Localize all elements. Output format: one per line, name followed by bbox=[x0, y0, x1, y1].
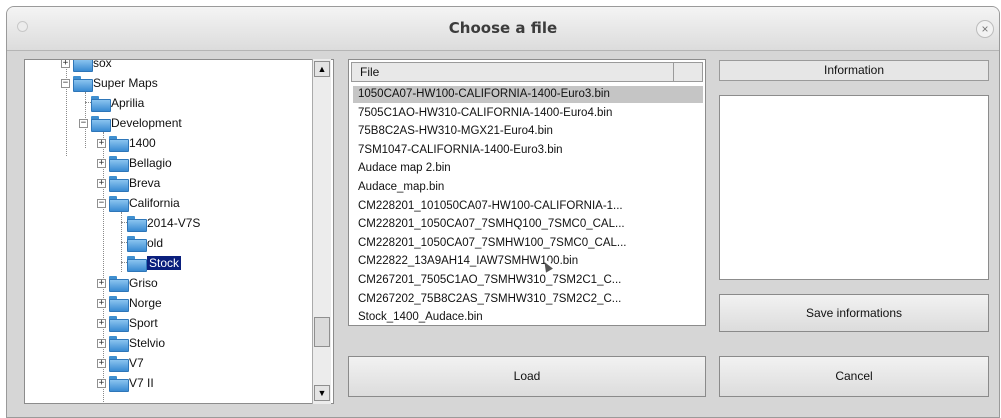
tree-item-label: 2014-V7S bbox=[147, 216, 201, 230]
folder-icon bbox=[109, 136, 129, 152]
tree-scrollbar[interactable]: ▲ ▼ bbox=[312, 59, 331, 404]
file-list-item[interactable]: Audace map 2.bin bbox=[353, 160, 703, 177]
file-list-item[interactable]: 7505C1AO-HW310-CALIFORNIA-1400-Euro4.bin bbox=[353, 105, 703, 122]
expand-icon[interactable]: + bbox=[97, 358, 106, 368]
tree-item-aprilia[interactable]: Aprilia bbox=[79, 94, 144, 112]
folder-icon bbox=[109, 176, 129, 192]
folder-icon bbox=[109, 356, 129, 372]
folder-icon bbox=[109, 156, 129, 172]
file-list-item[interactable]: 75B8C2AS-HW310-MGX21-Euro4.bin bbox=[353, 123, 703, 140]
tree-item-sport[interactable]: + Sport bbox=[97, 314, 158, 332]
file-list-item[interactable]: CM228201_1050CA07_7SMHQ100_7SMC0_CAL... bbox=[353, 216, 703, 233]
tree-item-norge[interactable]: + Norge bbox=[97, 294, 162, 312]
file-list-item[interactable]: CM22822_13A9AH14_IAW7SMHW100.bin bbox=[353, 253, 703, 270]
tree-item-label: Stock bbox=[147, 256, 182, 270]
load-button[interactable]: Load bbox=[348, 356, 706, 397]
expand-icon[interactable]: + bbox=[61, 60, 70, 68]
file-list-header: File bbox=[351, 62, 703, 82]
tree-item-label: Super Maps bbox=[93, 76, 158, 90]
tree-item-label: V7 bbox=[129, 356, 144, 370]
folder-tree[interactable]: + sox − Super Maps Aprilia − Development +1400 +… bbox=[24, 59, 334, 404]
file-list-item[interactable]: CM267201_7505C1AO_7SMHW310_7SM2C1_C... bbox=[353, 272, 703, 289]
file-list[interactable]: File 1050CA07-HW100-CALIFORNIA-1400-Euro… bbox=[348, 59, 706, 326]
folder-icon bbox=[109, 196, 129, 212]
collapse-icon[interactable]: − bbox=[97, 198, 106, 208]
tree-item-label: Norge bbox=[129, 296, 162, 310]
folder-icon bbox=[109, 376, 129, 392]
file-list-item[interactable]: CM267202_75B8C2AS_7SMHW310_7SM2C2_C... bbox=[353, 291, 703, 308]
tree-item-label: sox bbox=[93, 59, 112, 70]
folder-icon bbox=[109, 296, 129, 312]
tree-item-development[interactable]: − Development bbox=[79, 114, 182, 132]
tree-item-label: Development bbox=[111, 116, 182, 130]
folder-icon bbox=[73, 76, 93, 92]
tree-item-label: Sport bbox=[129, 316, 158, 330]
expand-icon[interactable]: + bbox=[97, 318, 106, 328]
tree-item-old[interactable]: old bbox=[115, 234, 163, 252]
scroll-down-arrow-icon[interactable]: ▼ bbox=[314, 385, 330, 401]
tree-item-label: Griso bbox=[129, 276, 158, 290]
expand-icon[interactable]: + bbox=[97, 378, 106, 388]
tree-item-breva[interactable]: + Breva bbox=[97, 174, 160, 192]
collapse-icon[interactable]: − bbox=[61, 78, 70, 88]
file-list-item[interactable]: Stock_1400_Audace.bin bbox=[353, 309, 703, 325]
tree-item-label: V7 II bbox=[129, 376, 154, 390]
file-list-item[interactable]: 1050CA07-HW100-CALIFORNIA-1400-Euro3.bin bbox=[353, 86, 703, 103]
folder-icon bbox=[109, 316, 129, 332]
tree-item-super-maps[interactable]: − Super Maps bbox=[61, 74, 158, 92]
tree-item-label: Bellagio bbox=[129, 156, 172, 170]
tree-item-2014-v7s[interactable]: 2014-V7S bbox=[115, 214, 200, 232]
folder-icon bbox=[109, 276, 129, 292]
tree-item-griso[interactable]: + Griso bbox=[97, 274, 158, 292]
tree-item-1400[interactable]: +1400 bbox=[97, 134, 156, 152]
expand-icon[interactable]: + bbox=[97, 138, 106, 148]
tree-item-label: Aprilia bbox=[111, 96, 145, 110]
tree-item-label: 1400 bbox=[129, 136, 156, 150]
tree-item-label: Breva bbox=[129, 176, 161, 190]
expand-icon[interactable]: + bbox=[97, 278, 106, 288]
file-list-item[interactable]: CM228201_101050CA07-HW100-CALIFORNIA-1..… bbox=[353, 198, 703, 215]
expand-icon[interactable]: + bbox=[97, 178, 106, 188]
cancel-button[interactable]: Cancel bbox=[719, 356, 989, 397]
tree-item-bellagio[interactable]: + Bellagio bbox=[97, 154, 172, 172]
information-header: Information bbox=[719, 60, 989, 81]
folder-icon bbox=[91, 116, 111, 132]
file-list-item[interactable]: Audace_map.bin bbox=[353, 179, 703, 196]
tree-item-v7-ii[interactable]: + V7 II bbox=[97, 374, 154, 392]
expand-icon[interactable]: + bbox=[97, 298, 106, 308]
folder-icon bbox=[91, 96, 111, 112]
title-bar: Choose a file × bbox=[7, 7, 999, 51]
expand-icon[interactable]: + bbox=[97, 338, 106, 348]
expand-icon[interactable]: + bbox=[97, 158, 106, 168]
folder-icon bbox=[73, 60, 93, 72]
file-list-item[interactable]: 7SM1047-CALIFORNIA-1400-Euro3.bin bbox=[353, 142, 703, 159]
folder-icon bbox=[127, 236, 147, 252]
tree-item-v7[interactable]: + V7 bbox=[97, 354, 144, 372]
tree-item-stock[interactable]: Stock bbox=[115, 254, 182, 272]
information-panel bbox=[719, 95, 989, 280]
tree-item-stelvio[interactable]: + Stelvio bbox=[97, 334, 165, 352]
collapse-icon[interactable]: − bbox=[79, 118, 88, 128]
folder-icon bbox=[127, 256, 147, 272]
folder-icon bbox=[109, 336, 129, 352]
save-informations-button[interactable]: Save informations bbox=[719, 294, 989, 332]
dialog-title: Choose a file bbox=[448, 19, 558, 37]
file-list-item[interactable]: CM228201_1050CA07_7SMHW100_7SMC0_CAL... bbox=[353, 235, 703, 252]
tree-item-label: Stelvio bbox=[129, 336, 166, 350]
scroll-thumb[interactable] bbox=[314, 317, 330, 347]
close-icon[interactable]: × bbox=[976, 20, 994, 38]
scroll-up-arrow-icon[interactable]: ▲ bbox=[314, 61, 330, 77]
tree-item-label: California bbox=[129, 196, 180, 210]
tree-item-california[interactable]: − California bbox=[97, 194, 180, 212]
folder-icon bbox=[127, 216, 147, 232]
tree-item-label: old bbox=[147, 236, 164, 250]
file-column-header[interactable]: File bbox=[352, 63, 674, 81]
tree-item-sox[interactable]: + sox bbox=[61, 59, 112, 72]
